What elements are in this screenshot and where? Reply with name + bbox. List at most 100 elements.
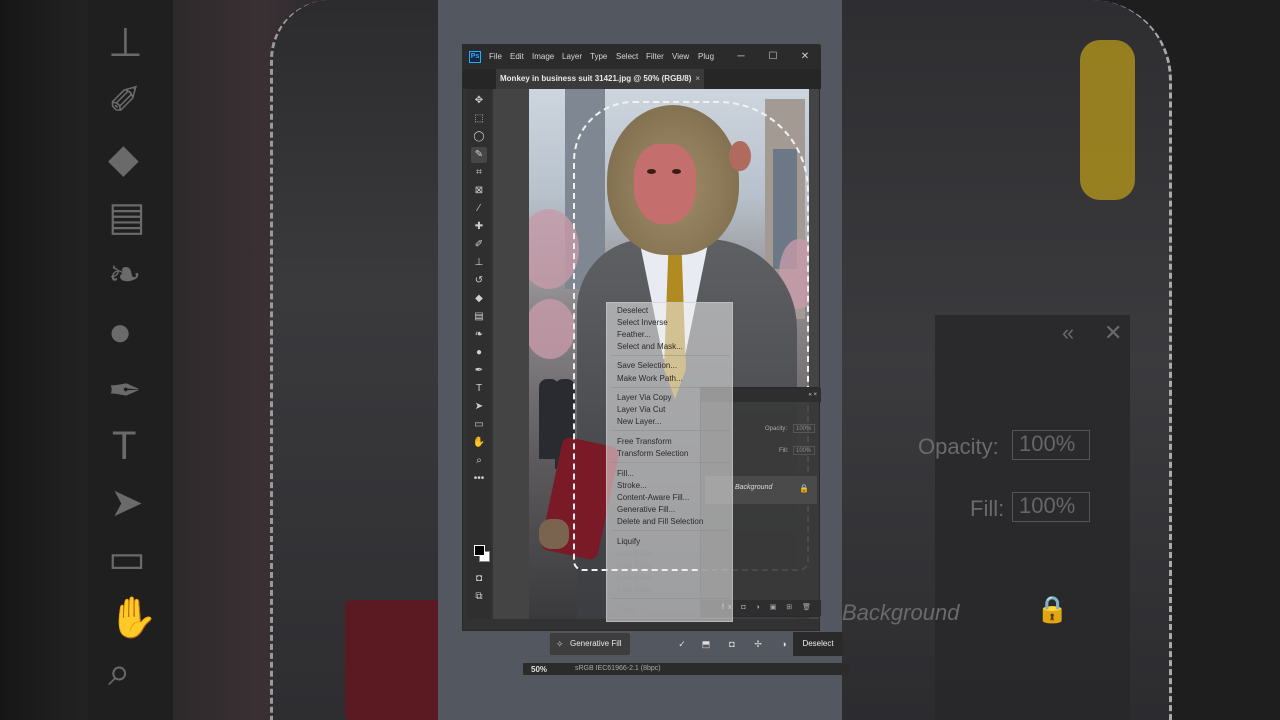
generative-fill-button[interactable]: ✧ Generative Fill <box>549 632 631 656</box>
zoom-tool-icon[interactable]: ⌕ <box>471 453 487 469</box>
path-selection-tool-icon[interactable]: ➤ <box>471 399 487 415</box>
color-profile: sRGB IEC61966-2.1 (8bpc) <box>575 665 661 672</box>
menu-edit[interactable]: Edit <box>510 52 524 61</box>
marquee-tool-icon[interactable]: ⬚ <box>471 111 487 127</box>
document-tab-bar: » Monkey in business suit 31421.jpg @ 50… <box>463 69 821 103</box>
bg-blur-icon: ❧ <box>108 253 142 297</box>
context-menu-separator <box>611 598 730 599</box>
bg-path-select-icon: ➤ <box>110 481 144 525</box>
pen-tool-icon[interactable]: ✒ <box>471 363 487 379</box>
context-menu-item[interactable]: Save Selection... <box>617 361 677 370</box>
lasso-tool-icon[interactable]: ◯ <box>471 129 487 145</box>
tools-panel: ✥ ⬚ ◯ ✎ ⌗ ⊠ ⁄ ✚ ✐ ⊥ ↺ ◆ ▤ ❧ ● ✒ T ➤ ▭ ✋ ⌕ ••• ◘ ⧉ <box>467 89 491 619</box>
crop-tool-icon[interactable]: ⌗ <box>471 165 487 181</box>
quick-mask-icon[interactable]: ◘ <box>471 571 487 587</box>
cherry-blossom <box>529 299 575 359</box>
type-tool-icon[interactable]: T <box>471 381 487 397</box>
opacity-label: Opacity: <box>765 426 788 432</box>
menu-filter[interactable]: Filter <box>646 52 664 61</box>
bg-layer-name: Background <box>842 600 960 625</box>
dodge-tool-icon[interactable]: ● <box>471 345 487 361</box>
context-menu-item[interactable]: Feather... <box>617 330 651 339</box>
fill-field[interactable]: 100% <box>793 446 815 455</box>
transform-icon[interactable]: ✢ <box>751 637 765 651</box>
move-tool-icon[interactable]: ✥ <box>471 93 487 109</box>
context-menu-item[interactable]: Liquify <box>617 537 640 546</box>
bg-left-toolbar: ⊥ ✐ ◆ ▤ ❧ ● ✒ T ➤ ▭ ✋ ⌕ <box>88 0 173 720</box>
context-menu-item[interactable]: Stroke... <box>617 481 647 490</box>
context-menu-item[interactable]: Transform Selection <box>617 449 688 458</box>
context-menu-item[interactable]: Deselect <box>617 306 648 315</box>
menu-select[interactable]: Select <box>616 52 638 61</box>
hand-tool-icon[interactable]: ✋ <box>471 435 487 451</box>
context-menu-separator <box>611 387 730 388</box>
layer-name: Background <box>735 484 773 491</box>
context-menu-item[interactable]: New Layer... <box>617 417 661 426</box>
brush-tool-icon[interactable]: ✐ <box>471 237 487 253</box>
blur-tool-icon[interactable]: ❧ <box>471 327 487 343</box>
bg-pen-icon: ✒ <box>108 369 142 413</box>
minimize-button[interactable]: ─ <box>733 49 749 65</box>
zoom-level[interactable]: 50% <box>531 665 547 674</box>
bg-panel-collapse: « <box>1062 320 1075 345</box>
maximize-button[interactable]: ☐ <box>765 49 781 65</box>
bg-left-bag <box>345 600 440 720</box>
context-menu-separator <box>611 462 730 463</box>
context-menu-item[interactable]: Layer Via Copy <box>617 393 672 402</box>
monkey-hand <box>539 519 569 549</box>
check-icon[interactable]: ✓ <box>675 637 689 651</box>
bg-hand-icon: ✋ <box>108 596 158 640</box>
generative-fill-label: Generative Fill <box>570 639 622 648</box>
document-tab-title: Monkey in business suit 31421.jpg @ 50% … <box>500 74 692 83</box>
bg-stamp-icon: ⊥ <box>108 21 143 65</box>
context-menu-item[interactable]: Content-Aware Fill... <box>617 493 689 502</box>
context-menu-item: Last Filter <box>617 549 653 558</box>
stamp-tool-icon[interactable]: ⊥ <box>471 255 487 271</box>
screen-mode-icon[interactable]: ⧉ <box>471 589 487 605</box>
context-menu-separator <box>611 530 730 531</box>
context-menu-item[interactable]: Generative Fill... <box>617 505 675 514</box>
context-menu: Deselect Select Inverse Feather... Select a… <box>606 302 733 622</box>
context-menu-item[interactable]: Select and Mask... <box>617 342 683 351</box>
bg-dodge-icon: ● <box>108 310 133 354</box>
bg-panel-close: ✕ <box>1104 320 1123 345</box>
menu-type[interactable]: Type <box>590 52 607 61</box>
deselect-button[interactable]: Deselect <box>793 632 843 656</box>
bg-rectangle-icon: ▭ <box>108 537 146 581</box>
foreground-color-swatch[interactable] <box>474 545 485 556</box>
menu-layer[interactable]: Layer <box>562 52 582 61</box>
context-menu-item[interactable]: Free Transform <box>617 437 672 446</box>
menu-file[interactable]: File <box>489 52 502 61</box>
selection-mask-icon[interactable]: ◘ <box>725 637 739 651</box>
close-button[interactable]: ✕ <box>797 49 813 65</box>
rectangle-tool-icon[interactable]: ▭ <box>471 417 487 433</box>
history-brush-tool-icon[interactable]: ↺ <box>471 273 487 289</box>
document-tab-close-icon[interactable]: × <box>695 74 700 83</box>
gradient-tool-icon[interactable]: ▤ <box>471 309 487 325</box>
mask-icon[interactable]: ⬒ <box>699 637 713 651</box>
menu-plugins[interactable]: Plug <box>698 52 714 61</box>
status-bar: 50% sRGB IEC61966-2.1 (8bpc) <box>523 663 849 675</box>
eraser-tool-icon[interactable]: ◆ <box>471 291 487 307</box>
context-menu-item[interactable]: Fill... <box>617 469 634 478</box>
frame-tool-icon[interactable]: ⊠ <box>471 183 487 199</box>
bg-fill-value: 100% <box>1012 492 1090 522</box>
document-tab[interactable]: Monkey in business suit 31421.jpg @ 50% … <box>496 69 705 89</box>
context-menu-item[interactable]: Make Work Path... <box>617 374 683 383</box>
context-menu-item[interactable]: Delete and Fill Selection <box>617 517 703 526</box>
context-menu-separator <box>611 430 730 431</box>
eyedropper-tool-icon[interactable]: ⁄ <box>471 201 487 217</box>
bg-type-icon: T <box>112 424 137 468</box>
context-menu-separator <box>611 355 730 356</box>
menu-image[interactable]: Image <box>532 52 554 61</box>
adjustment-icon[interactable]: ◑ <box>777 637 791 651</box>
spot-healing-tool-icon[interactable]: ✚ <box>471 219 487 235</box>
bg-eraser-icon: ◆ <box>108 137 139 181</box>
mores-tool-icon[interactable]: ••• <box>471 471 487 487</box>
opacity-field[interactable]: 100% <box>793 424 815 433</box>
context-menu-item[interactable]: Select Inverse <box>617 318 668 327</box>
context-menu-item[interactable]: Layer Via Cut <box>617 405 665 414</box>
menu-view[interactable]: View <box>672 52 689 61</box>
bg-lock-icon: 🔒 <box>1036 594 1069 624</box>
quick-selection-tool-icon[interactable]: ✎ <box>471 147 487 163</box>
